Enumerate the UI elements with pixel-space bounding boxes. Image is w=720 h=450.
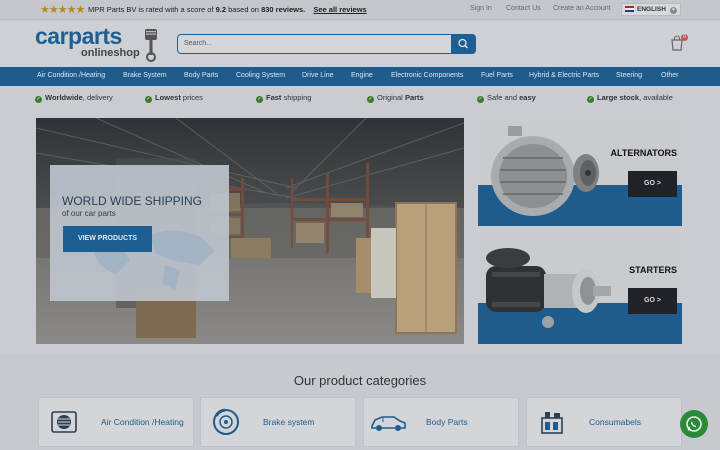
check-icon: ✓ (477, 96, 484, 103)
search-input[interactable] (184, 37, 444, 50)
search-bar (177, 33, 476, 54)
starter-motor-image (486, 248, 611, 328)
promo-title: ALTERNATORS (610, 148, 678, 158)
usp-worldwide: ✓ Worldwide, delivery (35, 93, 113, 103)
view-products-button[interactable]: VIEW PRODUCTS (63, 226, 152, 252)
check-icon: ✓ (367, 96, 374, 103)
promo-alternators[interactable]: ALTERNATORS GO > (478, 118, 682, 226)
usp-fast-shipping: ✓ Fast shipping (256, 93, 312, 103)
usp-large-stock: ✓ Large stock, available (587, 93, 673, 103)
nav-item-hybrid-electric[interactable]: Hybrid & Electric Parts (529, 72, 599, 79)
rating-stars-icon: ★★★★★ (40, 4, 85, 16)
promo-title: STARTERS (629, 265, 677, 275)
air-conditioner-icon (51, 411, 77, 433)
nav-item-fuel-parts[interactable]: Fuel Parts (481, 72, 513, 79)
usp-original-parts: ✓ Original Parts (367, 93, 424, 103)
header: carparts onlineshop 0 (0, 21, 720, 67)
see-all-reviews-link[interactable]: See all reviews (313, 5, 366, 14)
rating-text: MPR Parts BV is rated with a score of 9.… (88, 5, 367, 14)
category-air-condition[interactable]: Air Condition /Heating (38, 397, 194, 447)
alternators-go-button[interactable]: GO > (628, 171, 677, 197)
nav-item-cooling-system[interactable]: Cooling System (236, 72, 285, 79)
categories-title: Our product categories (293, 373, 427, 388)
uk-flag-icon (625, 6, 634, 13)
create-account-link[interactable]: Create an Account (553, 5, 611, 12)
usp-lowest-prices: ✓ Lowest prices (145, 93, 203, 103)
starters-go-button[interactable]: GO > (628, 288, 677, 314)
sign-in-link[interactable]: Sign In (470, 5, 492, 12)
cart-count-badge: 0 (681, 34, 688, 41)
whatsapp-chat-button[interactable] (680, 410, 708, 438)
category-body-parts[interactable]: Body Parts (363, 397, 519, 447)
nav-item-steering[interactable]: Steering (616, 72, 642, 79)
main-nav: Air Condition /Heating Brake System Body… (0, 67, 720, 86)
nav-item-engine[interactable]: Engine (351, 72, 373, 79)
search-icon (458, 38, 468, 48)
nav-item-air-condition[interactable]: Air Condition /Heating (37, 72, 105, 79)
category-consumables[interactable]: Consumabels (526, 397, 682, 447)
check-icon: ✓ (587, 96, 594, 103)
nav-item-electronic-components[interactable]: Electronic Components (391, 72, 463, 79)
nav-item-drive-line[interactable]: Drive Line (302, 72, 334, 79)
piston-icon (145, 29, 157, 62)
language-selector[interactable]: ENGLISH ▾ (621, 3, 681, 16)
brake-disc-icon (213, 408, 239, 435)
hero-title: WORLD WIDE SHIPPING (62, 194, 203, 208)
nav-item-brake-system[interactable]: Brake System (123, 72, 167, 79)
contact-us-link[interactable]: Contact Us (506, 5, 541, 12)
search-button[interactable] (451, 33, 476, 54)
check-icon: ✓ (145, 96, 152, 103)
promo-starters[interactable]: STARTERS GO > (478, 236, 682, 344)
nav-item-body-parts[interactable]: Body Parts (184, 72, 218, 79)
whatsapp-icon (686, 416, 702, 432)
category-brake-system[interactable]: Brake system (200, 397, 356, 447)
chevron-down-icon: ▾ (670, 7, 677, 14)
top-bar: ★★★★★ MPR Parts BV is rated with a score… (0, 0, 720, 20)
oil-can-icon (541, 412, 563, 434)
hero-subtitle: of our car parts (62, 209, 116, 218)
car-icon (371, 416, 406, 431)
nav-item-other[interactable]: Other (661, 72, 679, 79)
site-logo[interactable]: carparts onlineshop (35, 24, 140, 60)
usp-safe-easy: ✓ Safe and easy (477, 93, 536, 103)
check-icon: ✓ (35, 96, 42, 103)
check-icon: ✓ (256, 96, 263, 103)
alternator-image (491, 126, 599, 216)
